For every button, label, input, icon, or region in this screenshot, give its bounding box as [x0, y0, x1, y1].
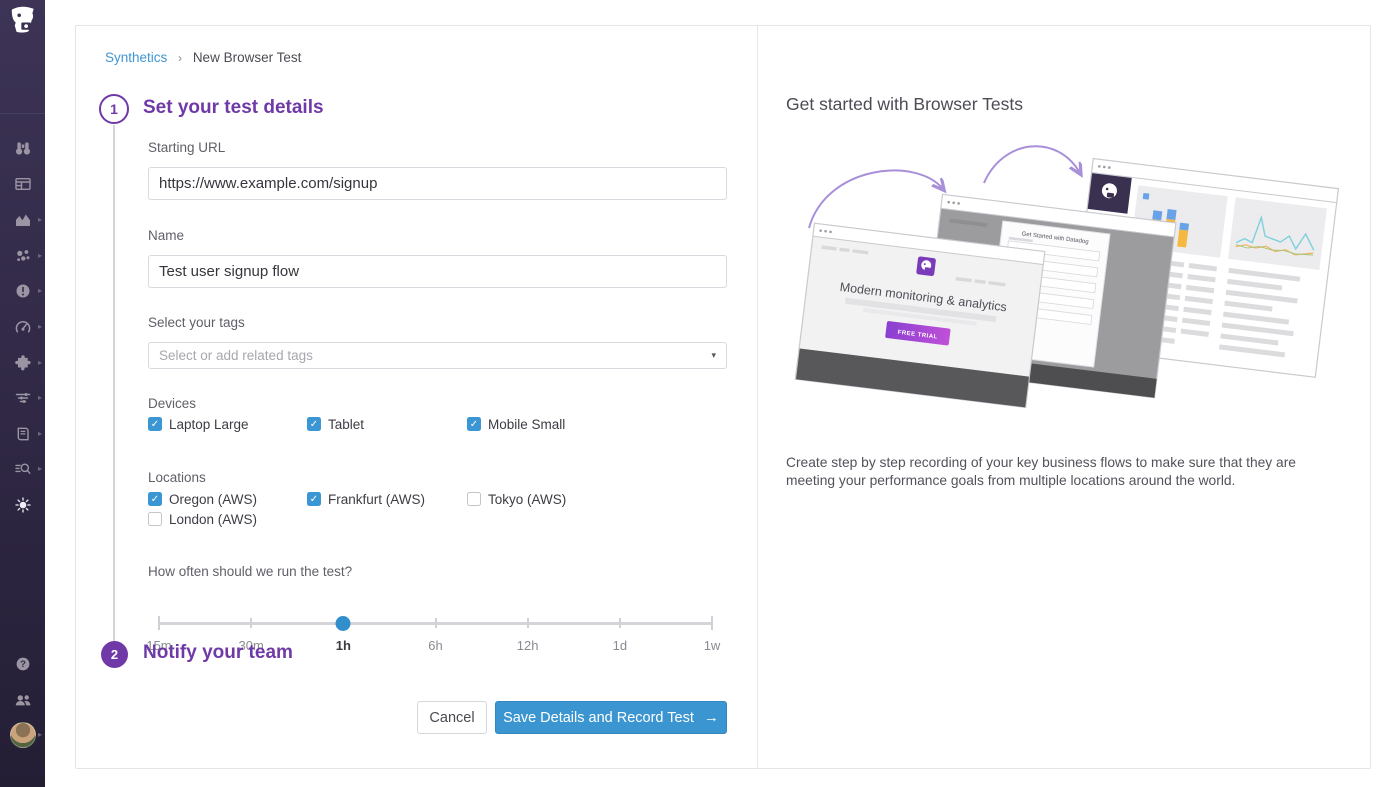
breadcrumb-synthetics-link[interactable]: Synthetics: [105, 50, 167, 65]
frequency-option-12h[interactable]: 12h: [517, 638, 539, 653]
user-avatar: [10, 722, 36, 748]
step-2-badge: 2: [101, 641, 128, 668]
chevron-right-icon: ▸: [38, 216, 42, 224]
name-input[interactable]: [148, 255, 727, 288]
checkbox-icon: [148, 512, 162, 526]
frequency-option-1w[interactable]: 1w: [704, 638, 721, 653]
datadog-logo[interactable]: [4, 3, 42, 41]
breadcrumb: Synthetics › New Browser Test: [105, 50, 301, 65]
device-laptop-large-checkbox[interactable]: ✓ Laptop Large: [148, 415, 249, 433]
illustration-marketing-window: Modern monitoring & analytics FREE TRIAL: [795, 223, 1044, 407]
step-1-badge: 1: [99, 94, 129, 124]
help-icon: ?: [13, 654, 33, 674]
search-lines-icon: [13, 459, 33, 479]
sidebar-item-user-menu[interactable]: ▸: [0, 717, 45, 753]
sidebar-item-dashboards[interactable]: [0, 166, 45, 202]
gauge-icon: [13, 317, 33, 337]
step-1-title: Set your test details: [143, 97, 324, 119]
locations-label: Locations: [148, 470, 206, 485]
devices-label: Devices: [148, 396, 196, 411]
tags-label: Select your tags: [148, 315, 245, 330]
dashboard-icon: [13, 174, 33, 194]
chevron-right-icon: ▸: [38, 465, 42, 473]
slider-tick[interactable]: [711, 616, 713, 630]
slider-tick[interactable]: [619, 618, 621, 628]
puzzle-icon: [13, 353, 33, 373]
chevron-right-icon: ▸: [38, 731, 42, 739]
frequency-label: How often should we run the test?: [148, 564, 352, 579]
arrow-curve-1: [809, 170, 943, 228]
new-browser-test-card: Synthetics › New Browser Test 1 Set your…: [75, 25, 1371, 769]
sidebar-item-infrastructure[interactable]: ▸: [0, 238, 45, 274]
chevron-down-icon: ▾: [711, 350, 716, 361]
sidebar-item-logs[interactable]: ▸: [0, 380, 45, 416]
checkbox-icon: ✓: [467, 417, 481, 431]
location-tokyo-checkbox[interactable]: Tokyo (AWS): [467, 490, 566, 508]
svg-text:?: ?: [20, 659, 26, 670]
sidebar-item-notebooks[interactable]: ▸: [0, 416, 45, 452]
frequency-option-6h[interactable]: 6h: [428, 638, 442, 653]
checkbox-icon: ✓: [307, 492, 321, 506]
save-and-record-button[interactable]: Save Details and Record Test →: [495, 701, 727, 734]
breadcrumb-current: New Browser Test: [193, 50, 302, 65]
sidebar: ▸ ▸ ▸ ▸ ▸ ▸ ▸ ▸ ? ▸: [0, 0, 45, 787]
breadcrumb-separator-icon: ›: [178, 51, 182, 65]
chevron-right-icon: ▸: [38, 323, 42, 331]
slider-tick[interactable]: [250, 618, 252, 628]
chevron-right-icon: ▸: [38, 252, 42, 260]
right-panel-title: Get started with Browser Tests: [786, 94, 1023, 115]
chevron-right-icon: ▸: [38, 359, 42, 367]
frequency-option-1h[interactable]: 1h: [336, 638, 351, 653]
location-frankfurt-checkbox[interactable]: ✓ Frankfurt (AWS): [307, 490, 425, 508]
metrics-chart-icon: [13, 210, 33, 230]
chevron-right-icon: ▸: [38, 430, 42, 438]
chevron-right-icon: ▸: [38, 287, 42, 295]
browser-tests-illustration: Get Started with Datadog SIGN UP: [781, 131, 1346, 449]
sidebar-item-synthetics[interactable]: [0, 487, 45, 523]
step-connector-line: [113, 125, 115, 642]
sidebar-item-watchdog[interactable]: [0, 130, 45, 166]
step-2-title: Notify your team: [143, 642, 293, 664]
location-oregon-checkbox[interactable]: ✓ Oregon (AWS): [148, 490, 257, 508]
pipeline-filter-icon: [13, 388, 33, 408]
column-divider: [757, 26, 758, 768]
slider-handle[interactable]: [336, 616, 351, 631]
synthetics-globe-icon: [13, 495, 33, 515]
notebook-icon: [13, 424, 33, 444]
tags-placeholder: Select or add related tags: [159, 348, 711, 363]
chevron-right-icon: ▸: [38, 394, 42, 402]
sidebar-item-help[interactable]: ?: [0, 646, 45, 682]
device-tablet-checkbox[interactable]: ✓ Tablet: [307, 415, 364, 433]
arrow-curve-2: [984, 146, 1080, 183]
sidebar-item-integrations[interactable]: ▸: [0, 345, 45, 381]
arrow-right-icon: →: [704, 709, 719, 726]
sidebar-item-metrics[interactable]: ▸: [0, 202, 45, 238]
users-icon: [13, 690, 33, 710]
location-london-checkbox[interactable]: London (AWS): [148, 510, 257, 528]
cancel-button[interactable]: Cancel: [417, 701, 487, 734]
checkbox-icon: [467, 492, 481, 506]
sidebar-item-apm[interactable]: ▸: [0, 309, 45, 345]
sidebar-item-trace-search[interactable]: ▸: [0, 451, 45, 487]
checkbox-icon: ✓: [148, 417, 162, 431]
sidebar-divider: [0, 113, 45, 114]
name-label: Name: [148, 228, 184, 243]
tags-select[interactable]: Select or add related tags ▾: [148, 342, 727, 369]
starting-url-label: Starting URL: [148, 140, 225, 155]
sidebar-item-monitors[interactable]: ▸: [0, 273, 45, 309]
slider-tick[interactable]: [527, 618, 529, 628]
right-panel-description: Create step by step recording of your ke…: [786, 454, 1334, 490]
alert-icon: [13, 281, 33, 301]
starting-url-input[interactable]: [148, 167, 727, 200]
sidebar-item-team[interactable]: [0, 682, 45, 718]
device-mobile-small-checkbox[interactable]: ✓ Mobile Small: [467, 415, 565, 433]
checkbox-icon: ✓: [148, 492, 162, 506]
checkbox-icon: ✓: [307, 417, 321, 431]
frequency-option-1d[interactable]: 1d: [613, 638, 627, 653]
infrastructure-icon: [13, 246, 33, 266]
slider-tick[interactable]: [158, 616, 160, 630]
binoculars-icon: [13, 138, 33, 158]
slider-tick[interactable]: [435, 618, 437, 628]
